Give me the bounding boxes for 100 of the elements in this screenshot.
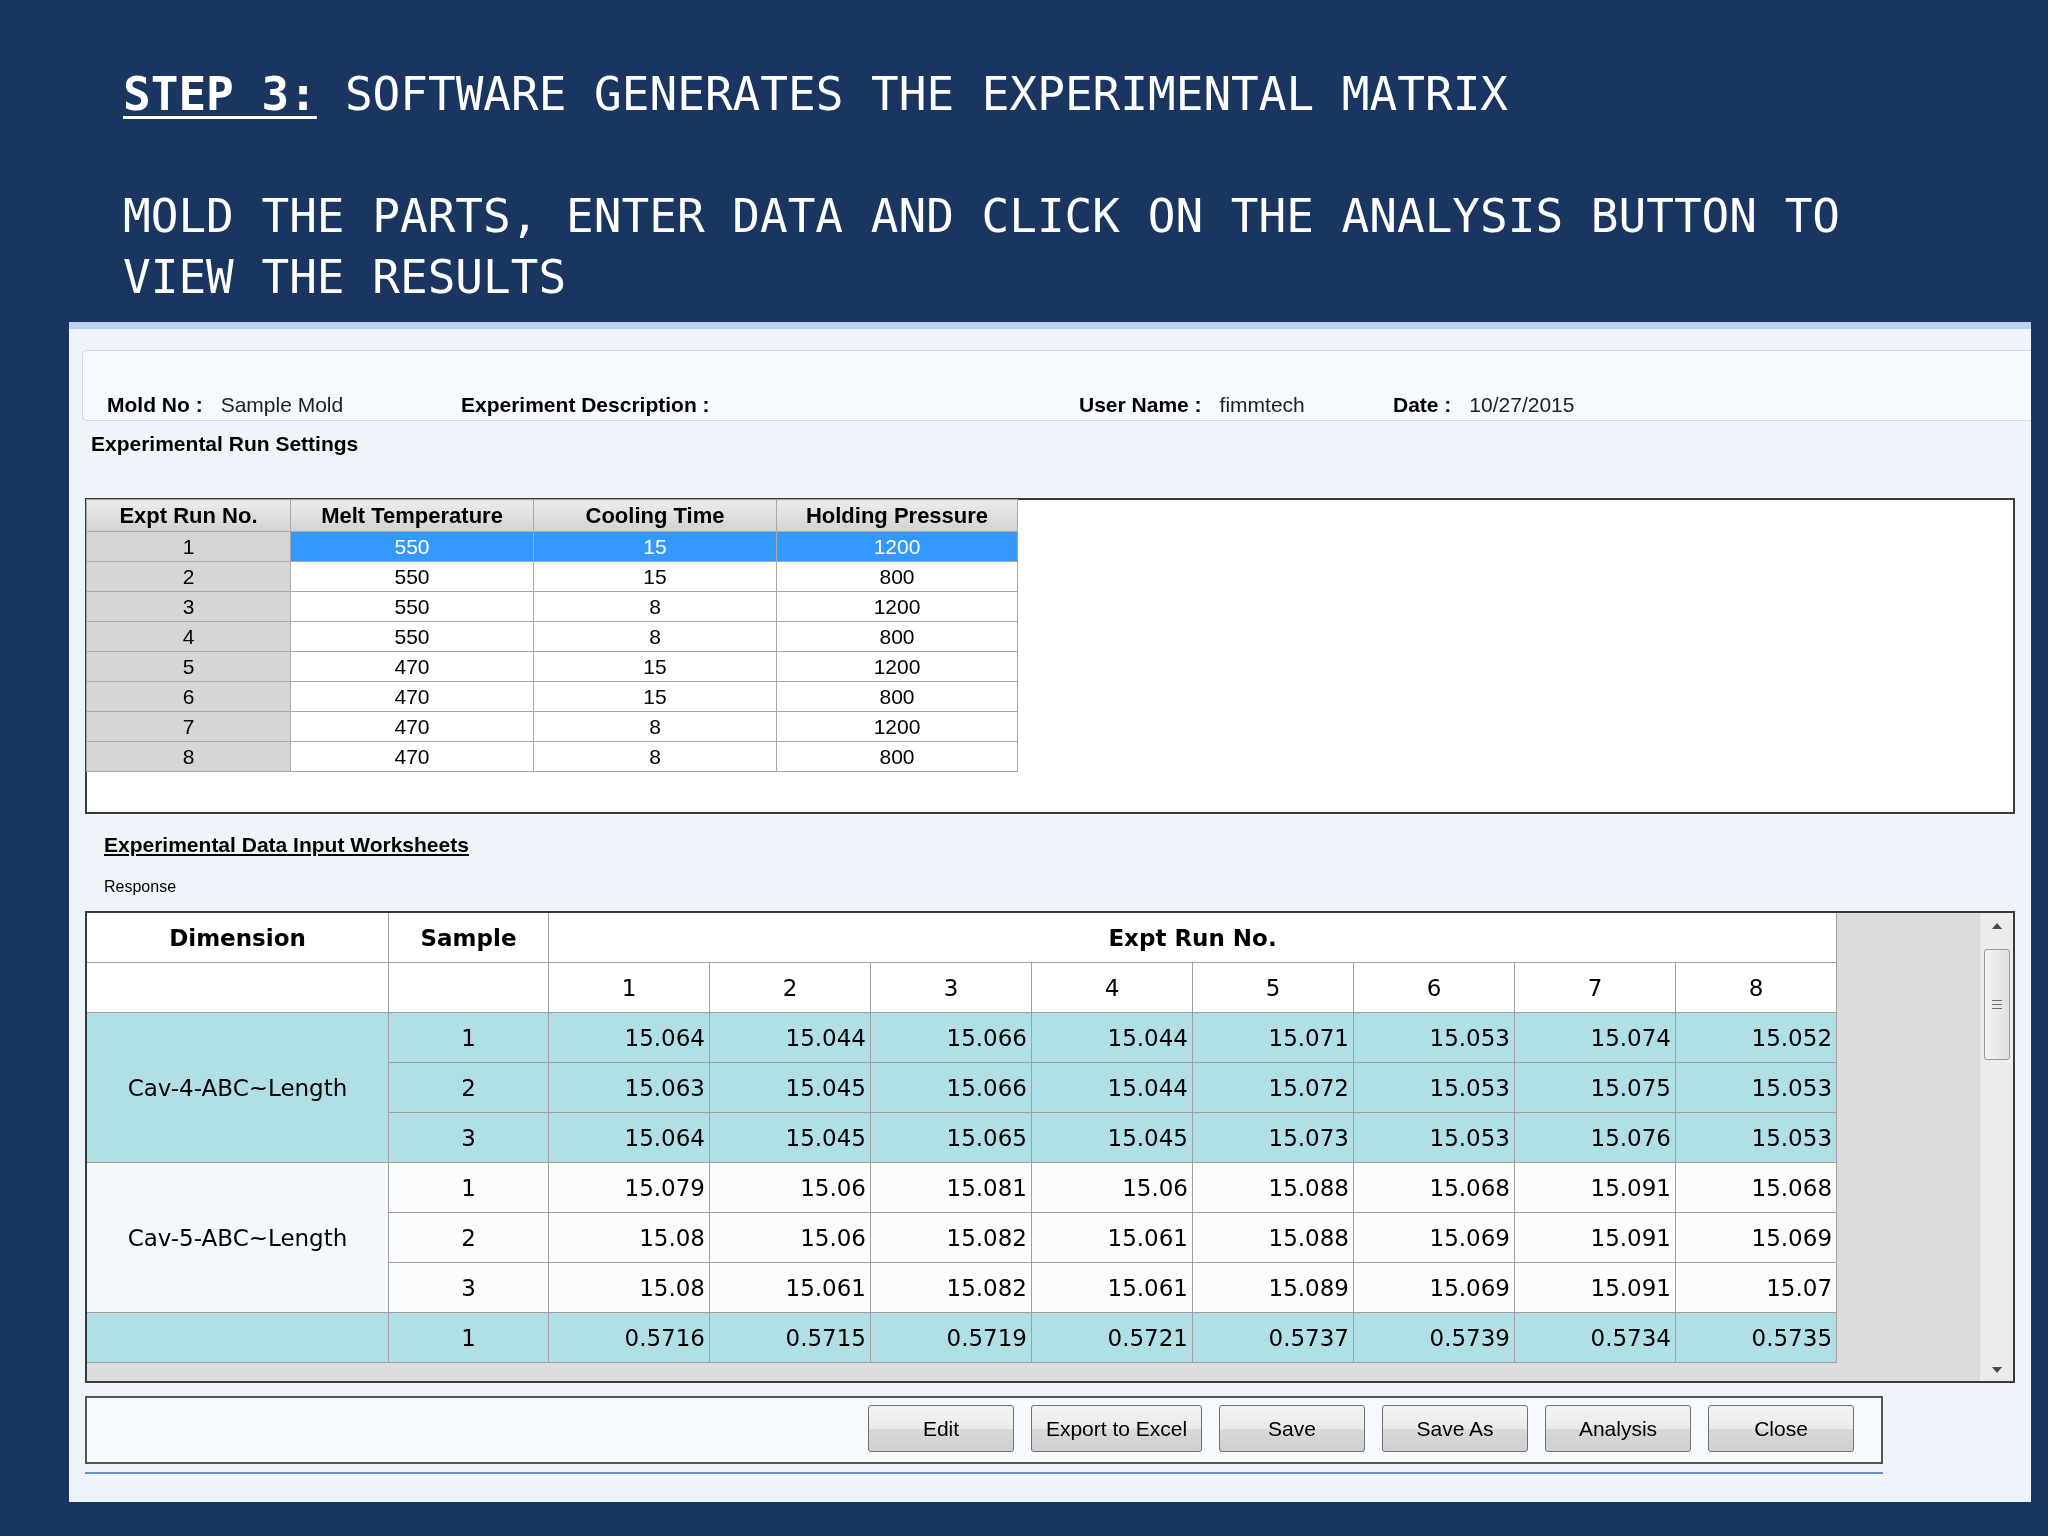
table-cell[interactable]: 1200 [776, 651, 1018, 682]
table-cell[interactable]: 15.064 [548, 1012, 710, 1063]
table-cell[interactable]: 15.069 [1353, 1262, 1515, 1313]
table-cell[interactable]: 15.066 [870, 1062, 1032, 1113]
table-cell[interactable]: 15.053 [1675, 1112, 1837, 1163]
table-cell[interactable]: 15.06 [1031, 1162, 1193, 1213]
table-cell[interactable]: 15.045 [709, 1062, 871, 1113]
table-cell[interactable]: 15.053 [1353, 1012, 1515, 1063]
table-cell[interactable]: 15.076 [1514, 1112, 1676, 1163]
edit-button[interactable]: Edit [868, 1405, 1014, 1452]
table-cell[interactable]: 8 [533, 621, 777, 652]
table-cell[interactable]: 15.052 [1675, 1012, 1837, 1063]
table-cell[interactable]: 15 [533, 561, 777, 592]
up-arrow-icon[interactable] [1991, 923, 2002, 929]
table-cell[interactable]: 0.5721 [1031, 1312, 1193, 1363]
slide-title: SOFTWARE GENERATES THE EXPERIMENTAL MATRIX [344, 67, 1509, 121]
table-cell[interactable]: 15.088 [1192, 1162, 1354, 1213]
table-cell[interactable]: 15.044 [1031, 1062, 1193, 1113]
table-cell[interactable]: 15.079 [548, 1162, 710, 1213]
table-cell: 1 [388, 1012, 549, 1063]
close-button[interactable]: Close [1708, 1405, 1854, 1452]
table-cell[interactable]: 15 [533, 651, 777, 682]
vertical-scrollbar[interactable] [1979, 913, 2013, 1381]
table-cell[interactable]: 15.08 [548, 1262, 710, 1313]
table-cell[interactable]: 15.053 [1675, 1062, 1837, 1113]
table-cell[interactable]: 0.5737 [1192, 1312, 1354, 1363]
table-cell[interactable]: 15.091 [1514, 1262, 1676, 1313]
field-label: User Name : [1079, 394, 1202, 416]
table-cell[interactable]: 0.5734 [1514, 1312, 1676, 1363]
column-header: 2 [709, 962, 871, 1013]
table-cell[interactable]: 15.072 [1192, 1062, 1354, 1113]
table-cell[interactable]: 15.06 [709, 1162, 871, 1213]
table-cell: 2 [388, 1212, 549, 1263]
scrollbar-thumb[interactable] [1983, 949, 2010, 1060]
table-cell[interactable]: 1200 [776, 591, 1018, 622]
table-cell[interactable]: 15.068 [1353, 1162, 1515, 1213]
table-cell[interactable]: 8 [533, 591, 777, 622]
table-cell[interactable]: 15.064 [548, 1112, 710, 1163]
save-button[interactable]: Save [1219, 1405, 1365, 1452]
table-cell: 2 [388, 1062, 549, 1113]
table-cell[interactable]: 15.074 [1514, 1012, 1676, 1063]
table-cell[interactable]: 15.082 [870, 1212, 1032, 1263]
table-cell[interactable]: 15.063 [548, 1062, 710, 1113]
table-cell[interactable]: 1200 [776, 711, 1018, 742]
worksheets-link[interactable]: Experimental Data Input Worksheets [104, 834, 469, 856]
field-label: Experiment Description : [461, 394, 710, 416]
column-header: Holding Pressure [776, 499, 1018, 532]
table-cell[interactable]: 15.061 [1031, 1262, 1193, 1313]
table-cell[interactable]: 15.044 [1031, 1012, 1193, 1063]
table-cell[interactable]: 15.06 [709, 1212, 871, 1263]
table-cell[interactable]: 15.045 [709, 1112, 871, 1163]
row-header: 4 [86, 621, 291, 652]
table-cell[interactable]: 470 [290, 711, 534, 742]
table-cell[interactable]: 15.069 [1353, 1212, 1515, 1263]
table-cell[interactable]: 0.5735 [1675, 1312, 1837, 1363]
table-cell[interactable]: 0.5716 [548, 1312, 710, 1363]
table-cell[interactable]: 0.5715 [709, 1312, 871, 1363]
table-cell[interactable]: 15.082 [870, 1262, 1032, 1313]
table-cell[interactable]: 8 [533, 711, 777, 742]
table-cell[interactable]: 550 [290, 591, 534, 622]
table-cell[interactable]: 15.045 [1031, 1112, 1193, 1163]
table-cell[interactable]: 8 [533, 741, 777, 772]
analysis-button[interactable]: Analysis [1545, 1405, 1691, 1452]
table-cell[interactable]: 15.061 [709, 1262, 871, 1313]
table-cell[interactable]: 15.075 [1514, 1062, 1676, 1113]
table-cell[interactable]: 15.068 [1675, 1162, 1837, 1213]
table-cell[interactable]: 15.081 [870, 1162, 1032, 1213]
table-cell[interactable]: 800 [776, 561, 1018, 592]
table-cell[interactable]: 15.08 [548, 1212, 710, 1263]
table-cell[interactable]: 15.053 [1353, 1112, 1515, 1163]
table-cell[interactable]: 15.065 [870, 1112, 1032, 1163]
table-cell[interactable]: 0.5739 [1353, 1312, 1515, 1363]
table-cell[interactable]: 15.069 [1675, 1212, 1837, 1263]
table-cell[interactable]: 470 [290, 741, 534, 772]
down-arrow-icon[interactable] [1991, 1367, 2002, 1373]
table-cell[interactable]: 15.053 [1353, 1062, 1515, 1113]
table-cell[interactable]: 15.073 [1192, 1112, 1354, 1163]
table-cell[interactable]: 15.061 [1031, 1212, 1193, 1263]
table-cell[interactable]: 800 [776, 741, 1018, 772]
table-cell[interactable]: 15 [533, 681, 777, 712]
table-cell[interactable]: 15.044 [709, 1012, 871, 1063]
save-as-button[interactable]: Save As [1382, 1405, 1528, 1452]
table-cell[interactable]: 0.5719 [870, 1312, 1032, 1363]
section-title: Response [104, 878, 177, 896]
export-to-excel-button[interactable]: Export to Excel [1031, 1405, 1202, 1452]
table-cell[interactable]: 470 [290, 651, 534, 682]
table-cell[interactable]: 15.091 [1514, 1162, 1676, 1213]
table-cell[interactable]: 800 [776, 681, 1018, 712]
table-cell[interactable]: 15.088 [1192, 1212, 1354, 1263]
column-header: 7 [1514, 962, 1676, 1013]
table-cell[interactable]: 15.066 [870, 1012, 1032, 1063]
table-cell[interactable]: 470 [290, 681, 534, 712]
table-cell[interactable]: 15.071 [1192, 1012, 1354, 1063]
table-cell[interactable]: 550 [290, 621, 534, 652]
table-cell[interactable]: 15.091 [1514, 1212, 1676, 1263]
column-header: Sample [388, 913, 549, 963]
table-cell[interactable]: 550 [290, 561, 534, 592]
table-cell[interactable]: 15.089 [1192, 1262, 1354, 1313]
table-cell[interactable]: 15.07 [1675, 1262, 1837, 1313]
table-cell[interactable]: 800 [776, 621, 1018, 652]
